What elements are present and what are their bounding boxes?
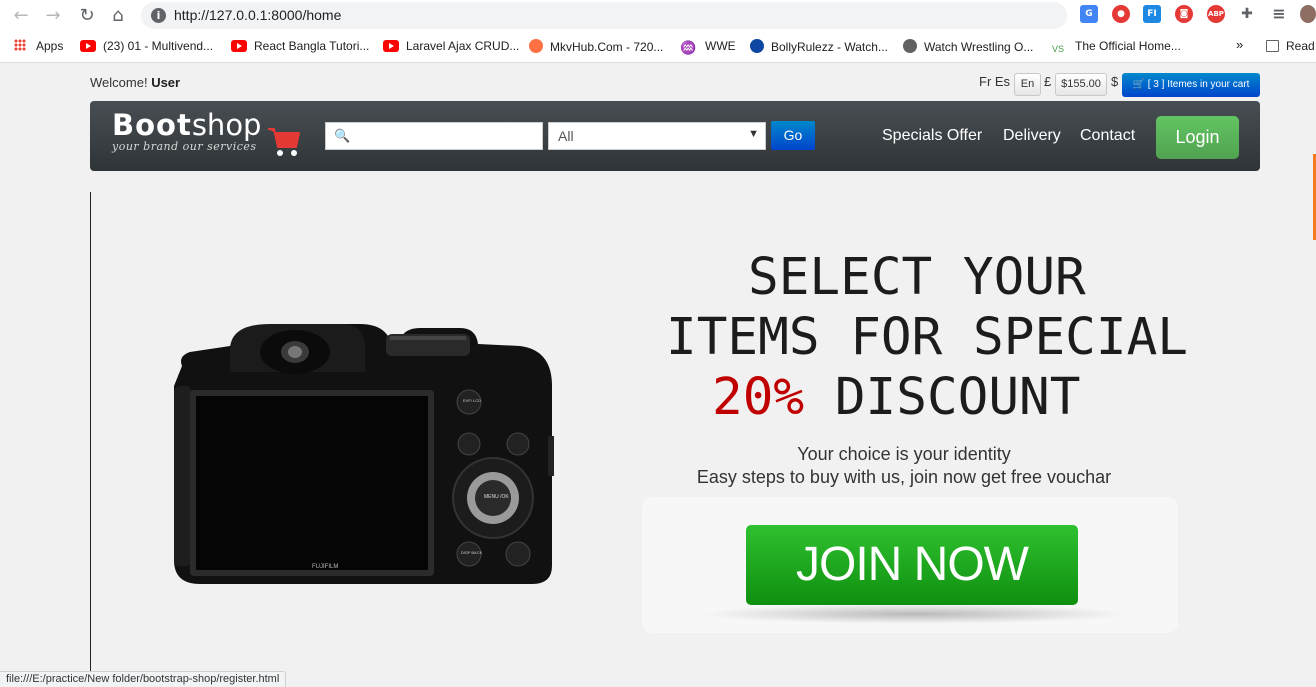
login-button[interactable]: Login	[1156, 116, 1239, 159]
youtube-icon	[383, 40, 399, 52]
youtube-icon	[231, 40, 247, 52]
divider	[90, 192, 91, 672]
bookmark-label: Apps	[36, 39, 64, 53]
search-go-button[interactable]: Go	[771, 121, 815, 150]
hero-subtitle-1-text: Your choice is your identity	[797, 444, 1011, 464]
address-bar[interactable]: i http://127.0.0.1:8000/home	[141, 2, 1067, 29]
url-text[interactable]: http://127.0.0.1:8000/home	[174, 7, 341, 23]
bookmark-label: React Bangla Tutori...	[254, 39, 370, 53]
discount-label: DISCOUNT	[804, 368, 1081, 427]
profile-avatar[interactable]	[1300, 5, 1316, 23]
reload-icon[interactable]: ↻	[76, 5, 98, 27]
logo-bold: Boot	[112, 108, 192, 142]
site-info-icon[interactable]: i	[151, 8, 166, 23]
home-icon[interactable]: ⌂	[107, 5, 129, 27]
hero-subtitle-2: Easy steps to buy with us, join now get …	[0, 467, 1316, 488]
discount-percent: 20%	[712, 368, 805, 427]
bookmark-item[interactable]: (23) 01 - Multivend...	[80, 39, 213, 53]
official-home-icon: VS	[1052, 44, 1065, 54]
bookmark-item[interactable]: Watch Wrestling O...	[903, 39, 1033, 54]
nav-specials-offer[interactable]: Specials Offer	[882, 127, 982, 145]
fi-extension-icon[interactable]: FI	[1143, 5, 1161, 23]
camera-menu-label: MENU /OK	[484, 494, 509, 500]
bookmark-item[interactable]: React Bangla Tutori...	[231, 39, 369, 53]
forward-arrow-icon[interactable]: →	[42, 5, 64, 27]
reading-list-label: Read	[1286, 39, 1315, 53]
mkvhub-icon	[529, 39, 543, 53]
dollar-symbol[interactable]: $	[1111, 74, 1118, 89]
wordpress-icon	[903, 39, 917, 53]
camera-disp-label: DISP BACK	[461, 550, 483, 555]
apps-grid-icon	[14, 39, 26, 51]
reading-list-icon	[1266, 40, 1279, 52]
bookmarks-bar: Apps (23) 01 - Multivend... React Bangla…	[0, 31, 1316, 63]
camera-brand: FUJIFILM	[312, 564, 338, 570]
cart-icon: 🛒	[1132, 79, 1148, 90]
bookmark-item[interactable]: BollyRulezz - Watch...	[750, 39, 888, 54]
search-input[interactable]: 🔍	[325, 122, 543, 150]
bookmark-item[interactable]: Laravel Ajax CRUD...	[383, 39, 519, 53]
record-icon[interactable]: ●	[1112, 5, 1130, 23]
language-en-button[interactable]: En	[1014, 73, 1041, 96]
category-selected: All	[558, 128, 574, 144]
bookmark-item[interactable]: ♒ WWE	[680, 39, 736, 55]
bookmark-apps[interactable]: Apps	[14, 39, 63, 53]
status-bar-url: file:///E:/practice/New folder/bootstrap…	[0, 671, 287, 687]
bookmark-item[interactable]: MkvHub.Com - 720...	[529, 39, 663, 54]
media-queue-icon[interactable]: ≡	[1270, 5, 1288, 23]
camera-evf-label: EVF/ LCD	[463, 398, 481, 403]
youtube-icon	[80, 40, 96, 52]
hero-subtitle-1: Your choice is your identity	[0, 444, 1316, 465]
bookmark-label: The Official Home...	[1075, 39, 1181, 53]
reading-list[interactable]: Read	[1266, 39, 1315, 53]
wwe-icon: ♒	[680, 40, 697, 55]
currency-switch[interactable]: Fr Es	[979, 74, 1010, 89]
logo-cart-icon	[268, 128, 300, 156]
welcome-text: Welcome! User	[90, 75, 180, 90]
cart-label: [ 3 ] Itemes in your cart	[1147, 79, 1250, 90]
chevron-down-icon: ▼	[748, 128, 759, 140]
bollyrulezz-icon	[750, 39, 764, 53]
google-translate-icon[interactable]: G	[1080, 5, 1098, 23]
logo-light: shop	[191, 108, 262, 142]
join-shadow	[700, 604, 1130, 624]
browser-toolbar: ← → ↻ ⌂ i http://127.0.0.1:8000/home G ●…	[0, 0, 1316, 31]
user-name: User	[151, 75, 181, 90]
screenshot-icon[interactable]: ◙	[1175, 5, 1193, 23]
hero-title-line-2: ITEMS FOR SPECIAL	[666, 308, 1188, 367]
page: Welcome! User Fr Es En £ $155.00 $ 🛒 [ 3…	[0, 64, 1316, 672]
bookmark-item[interactable]: VS The Official Home...	[1052, 39, 1181, 56]
category-select[interactable]: All ▼	[548, 122, 766, 150]
bookmark-label: Laravel Ajax CRUD...	[406, 39, 520, 53]
hero-title-line-3: 20% DISCOUNT	[712, 368, 1080, 427]
hero-title-line-1: SELECT YOUR	[748, 248, 1086, 307]
bookmark-label: WWE	[705, 39, 736, 53]
nav-delivery[interactable]: Delivery	[1003, 127, 1061, 145]
back-arrow-icon[interactable]: ←	[10, 5, 32, 27]
logo-tagline: your brand our services	[112, 140, 257, 153]
nav-contact[interactable]: Contact	[1080, 127, 1135, 145]
bookmarks-overflow-icon[interactable]: »	[1236, 37, 1243, 52]
hero-subtitle-2-text: Easy steps to buy with us, join now get …	[696, 467, 1112, 487]
adblock-plus-icon[interactable]: ABP	[1207, 5, 1225, 23]
search-icon: 🔍	[334, 128, 351, 143]
welcome-label: Welcome!	[90, 75, 148, 90]
cart-amount: $155.00	[1055, 73, 1107, 96]
pound-symbol[interactable]: £	[1044, 74, 1051, 89]
main-navbar: Bootshop your brand our services 🔍 All ▼…	[90, 101, 1260, 171]
cart-button[interactable]: 🛒 [ 3 ] Itemes in your cart	[1122, 73, 1260, 97]
bookmark-label: BollyRulezz - Watch...	[771, 40, 888, 54]
join-now-button[interactable]: JOIN NOW	[746, 525, 1078, 605]
bookmark-label: MkvHub.Com - 720...	[550, 40, 664, 54]
site-logo[interactable]: Bootshop your brand our services	[112, 110, 261, 153]
extensions-puzzle-icon[interactable]: ✚	[1238, 5, 1256, 23]
bookmark-label: (23) 01 - Multivend...	[103, 39, 214, 53]
bookmark-label: Watch Wrestling O...	[924, 40, 1034, 54]
